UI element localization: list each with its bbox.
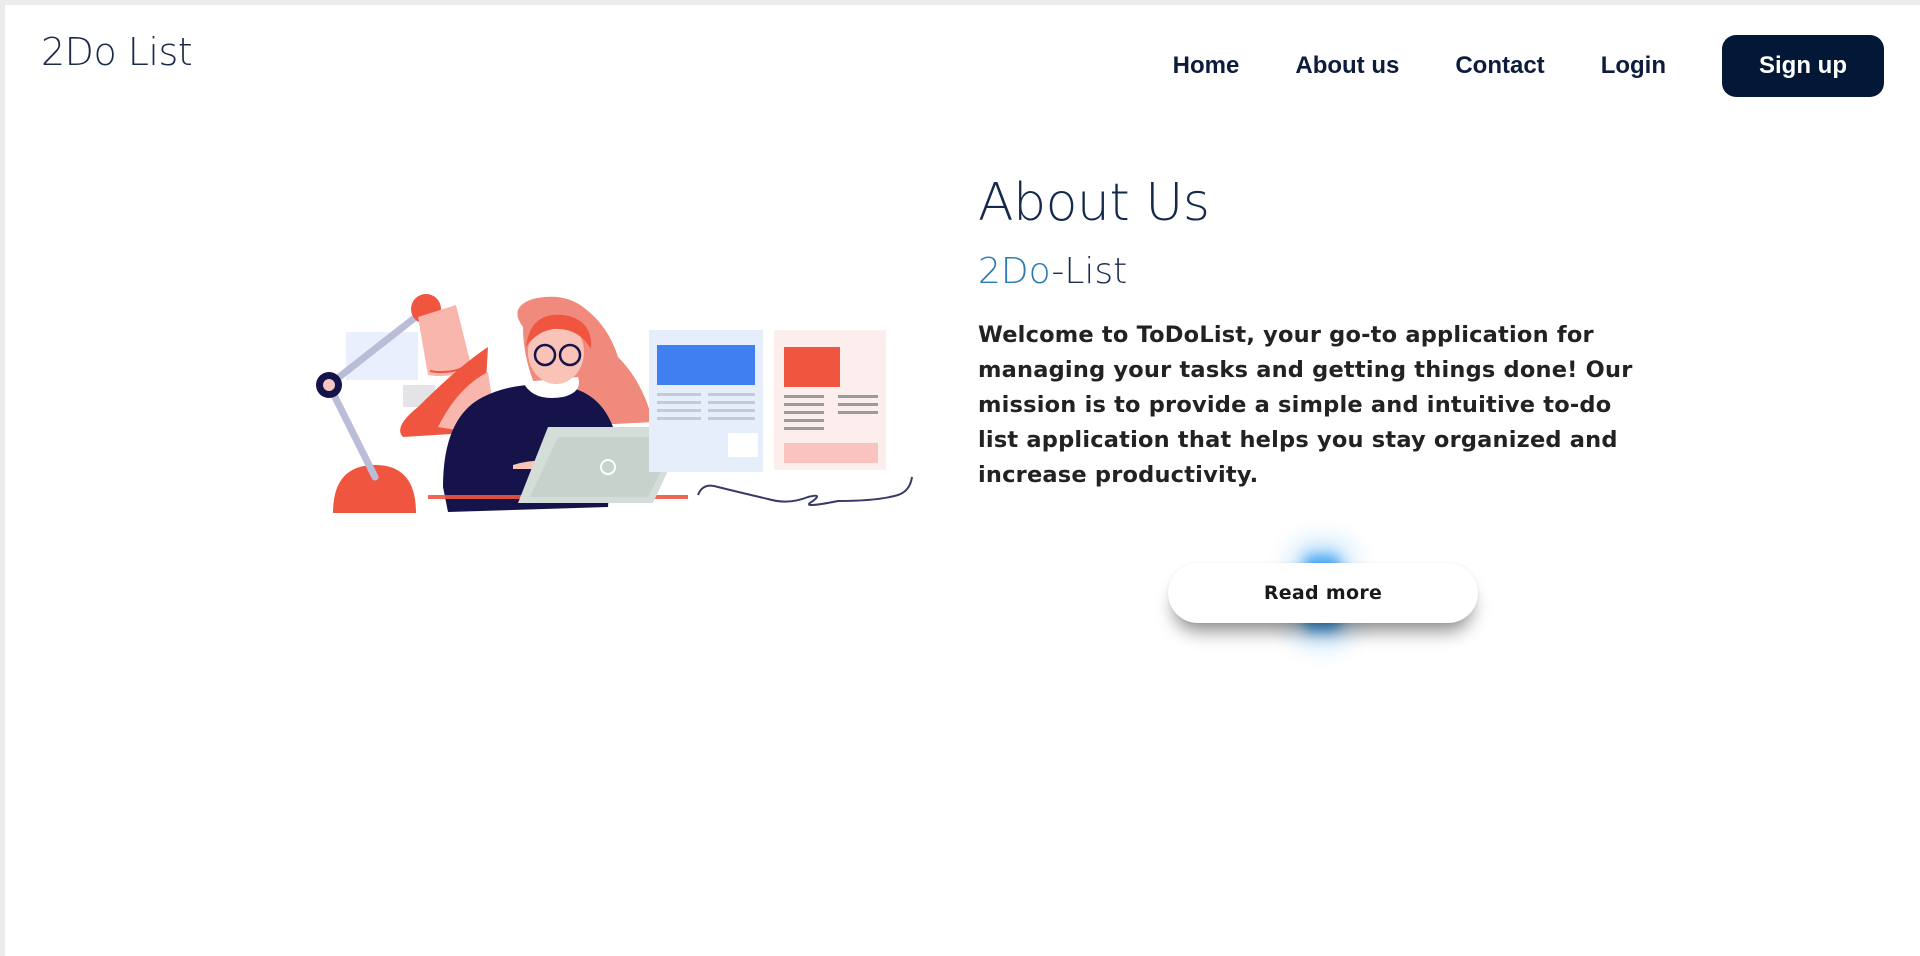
about-section: About Us 2Do-List Welcome to ToDoList, y… (978, 173, 1678, 516)
read-more-button[interactable]: Read more (1168, 563, 1478, 623)
read-more-container: Read more (1168, 555, 1478, 631)
nav-login-link[interactable]: Login (1601, 52, 1666, 80)
signup-button[interactable]: Sign up (1722, 35, 1884, 97)
site-logo[interactable]: 2Do List (41, 33, 193, 71)
main-nav: Home About us Contact Login Sign up (1173, 35, 1884, 97)
about-illustration (316, 294, 913, 513)
screen-panel-red (774, 330, 886, 470)
about-description: Welcome to ToDoList, your go-to applicat… (978, 322, 1633, 489)
page: 2Do List Home About us Contact Login Sig… (5, 5, 1920, 956)
nav-about-link[interactable]: About us (1295, 52, 1399, 80)
laptop-cable (697, 476, 913, 506)
subtitle-rest: -List (1051, 251, 1128, 293)
nav-home-link[interactable]: Home (1173, 52, 1240, 80)
subtitle-accent: 2Do (978, 251, 1052, 293)
about-subtitle: 2Do-List (978, 254, 1678, 290)
about-title: About Us (978, 173, 1210, 233)
nav-contact-link[interactable]: Contact (1455, 52, 1544, 80)
screen-panel-blue (649, 330, 763, 472)
site-header: 2Do List Home About us Contact Login Sig… (5, 5, 1920, 115)
